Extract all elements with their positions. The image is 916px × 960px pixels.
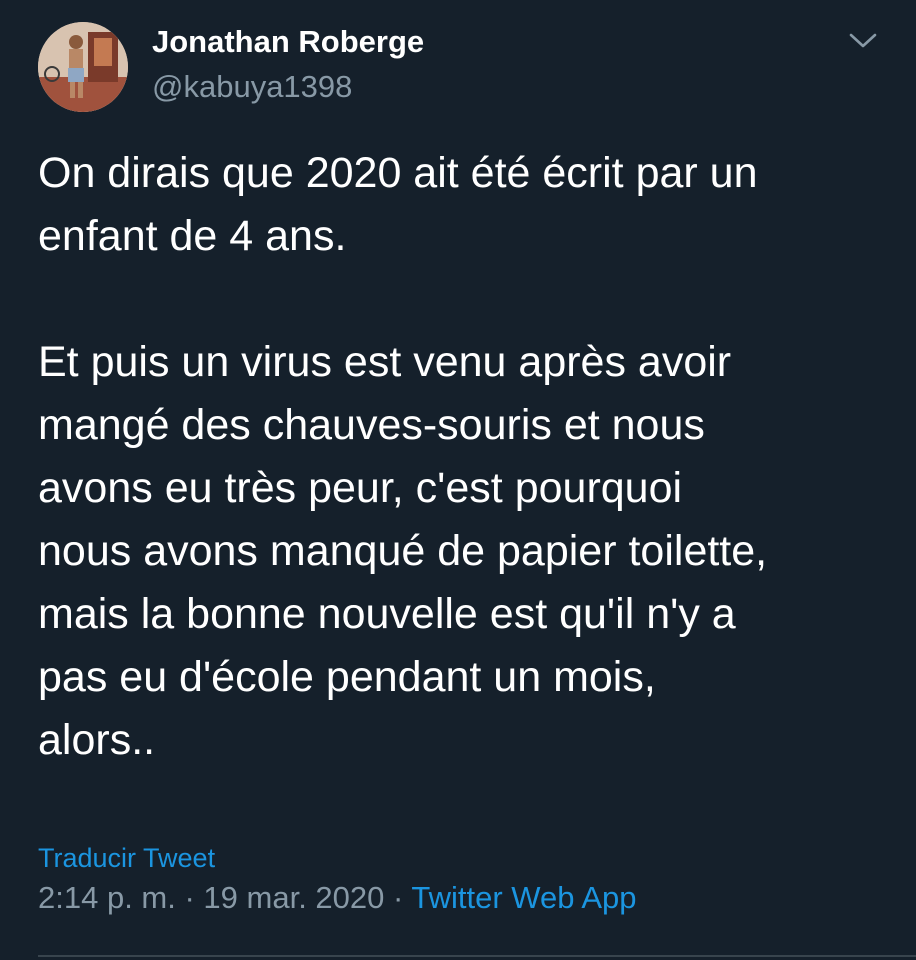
tweet-time[interactable]: 2:14 p. m.	[38, 880, 176, 915]
tweet-date[interactable]: 19 mar. 2020	[203, 880, 384, 915]
meta-separator: ·	[384, 880, 412, 915]
meta-separator: ·	[175, 880, 204, 915]
tweet-text: On dirais que 2020 ait été écrit par un …	[38, 142, 898, 772]
tweet-card: Jonathan Roberge @kabuya1398 On dirais q…	[0, 0, 916, 960]
divider	[38, 955, 916, 957]
tweet-paragraph: Et puis un virus est venu après avoir ma…	[38, 338, 768, 764]
display-name[interactable]: Jonathan Roberge	[152, 24, 424, 60]
translate-tweet-link[interactable]: Traducir Tweet	[38, 843, 215, 874]
tweet-paragraph: On dirais que 2020 ait été écrit par un …	[38, 149, 758, 260]
user-handle[interactable]: @kabuya1398	[152, 69, 352, 105]
chevron-down-icon[interactable]	[846, 28, 880, 52]
avatar-photo	[38, 22, 128, 112]
tweet-metadata: 2:14 p. m. · 19 mar. 2020 · Twitter Web …	[38, 880, 637, 916]
avatar[interactable]	[38, 22, 128, 112]
tweet-source-link[interactable]: Twitter Web App	[411, 880, 636, 915]
